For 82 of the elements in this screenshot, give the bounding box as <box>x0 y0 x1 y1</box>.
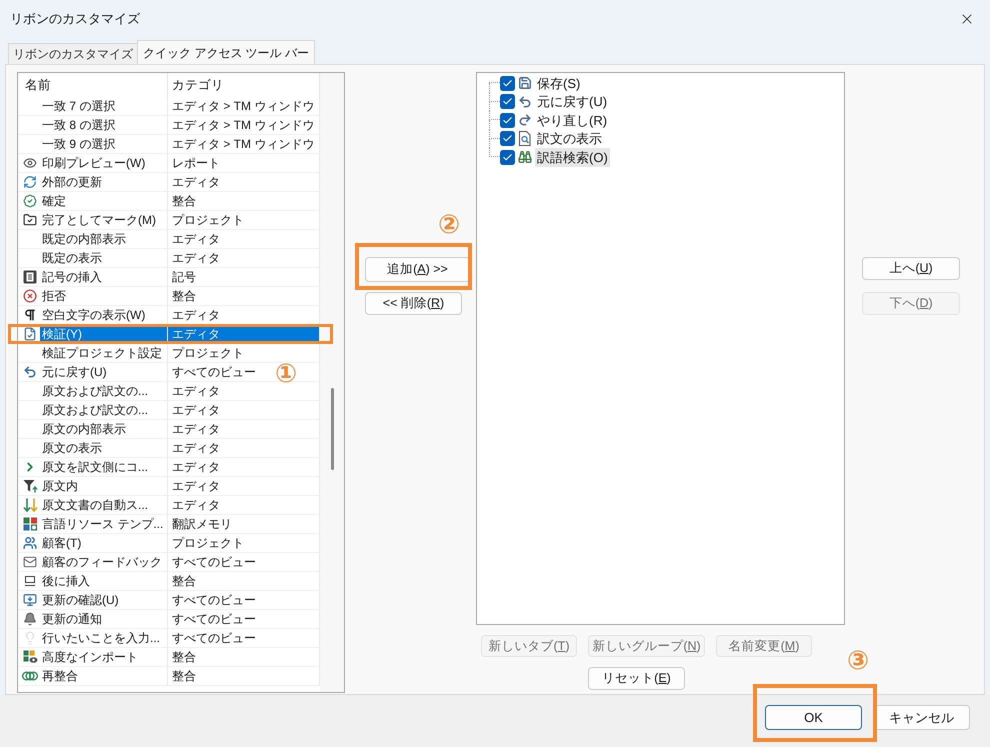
command-name[interactable]: 記号の挿入 <box>40 268 168 286</box>
people-icon <box>23 536 37 550</box>
rectangle-icon <box>23 574 37 588</box>
command-name[interactable]: 高度なインポート <box>40 648 168 666</box>
command-name[interactable]: 後に挿入 <box>40 572 168 590</box>
command-name[interactable]: 原文内 <box>40 477 168 495</box>
command-name[interactable]: 既定の表示 <box>40 249 168 267</box>
undo-icon <box>518 94 532 109</box>
checkmark-icon <box>502 96 513 108</box>
tab[interactable]: リボンのカスタマイズ <box>8 43 138 64</box>
document-search-icon <box>518 131 532 146</box>
folder-check-icon <box>23 213 37 227</box>
tab[interactable]: クイック アクセス ツール バー <box>137 40 316 64</box>
down-arrows-icon <box>22 498 38 512</box>
envelope-icon <box>23 555 37 569</box>
undo-icon <box>23 365 37 379</box>
command-name[interactable]: 原文を訳文側にコ... <box>40 458 168 476</box>
window-title: リボンのカスタマイズ <box>10 10 140 28</box>
remove-button[interactable]: << 削除(R) <box>365 292 462 315</box>
lightbulb-icon <box>23 631 37 645</box>
command-name[interactable]: 印刷プレビュー(W) <box>40 154 168 172</box>
command-name[interactable]: 言語リソース テンプ... <box>40 515 168 533</box>
command-name[interactable]: 更新の通知 <box>40 610 168 628</box>
file-check-icon <box>23 327 37 341</box>
toolbar-item[interactable]: 元に戻す(U) <box>535 92 610 112</box>
command-name[interactable]: 原文および訳文の... <box>40 382 168 400</box>
command-name[interactable]: 元に戻す(U) <box>40 363 168 381</box>
checkmark-icon <box>502 133 513 144</box>
step-number: ② <box>438 210 460 240</box>
framed-square-icon <box>23 270 37 284</box>
toolbar-item[interactable]: やり直し(R) <box>535 110 610 130</box>
badge-check-icon <box>23 194 37 208</box>
scrollbar[interactable] <box>320 73 344 692</box>
checkbox[interactable] <box>500 112 515 128</box>
command-name[interactable]: 再整合 <box>40 667 168 685</box>
command-name[interactable]: 更新の確認(U) <box>40 591 168 609</box>
checkbox[interactable] <box>500 94 515 110</box>
pilcrow-icon <box>23 308 37 322</box>
command-name[interactable]: 原文文書の自動ス... <box>40 496 168 514</box>
rings-icon <box>22 669 38 683</box>
reset-button[interactable]: リセット(E) <box>588 667 685 690</box>
monitor-arrow-icon <box>23 593 37 607</box>
redo-icon <box>518 113 532 128</box>
circle-x-icon <box>23 289 37 303</box>
column-header[interactable]: 名前 <box>18 73 168 97</box>
command-name[interactable]: 拒否 <box>40 287 168 305</box>
step-number: ③ <box>847 646 870 676</box>
command-name[interactable]: 外部の更新 <box>40 173 168 191</box>
command-name[interactable]: 一致 9 の選択 <box>40 135 168 153</box>
ok-button[interactable]: OK <box>765 705 862 730</box>
toolbar-item[interactable]: 訳文の表示 <box>535 129 604 148</box>
command-name[interactable]: 確定 <box>40 192 168 210</box>
move-up-button[interactable]: 上へ(U) <box>862 257 960 280</box>
checkmark-icon <box>502 152 513 163</box>
command-name[interactable]: 顧客のフィードバック <box>40 553 168 571</box>
command-name[interactable]: 原文の表示 <box>40 439 168 457</box>
toolbar-item[interactable]: 訳語検索(O) <box>535 148 610 167</box>
command-name[interactable]: 完了としてマーク(M) <box>40 211 168 229</box>
checkmark-icon <box>502 114 513 126</box>
toolbar-item[interactable]: 保存(S) <box>535 74 582 93</box>
bell-icon <box>23 612 37 626</box>
checkbox[interactable] <box>500 131 515 146</box>
command-name[interactable]: 行いたいことを入力... <box>40 629 168 647</box>
grid-eye-icon <box>22 650 38 664</box>
refresh-icon <box>23 175 37 189</box>
command-name[interactable]: 検証プロジェクト設定 <box>40 344 168 362</box>
add-button[interactable]: 追加(A) >> <box>365 257 470 282</box>
checkbox[interactable] <box>500 150 515 165</box>
checkbox[interactable] <box>500 76 515 91</box>
command-name[interactable]: 一致 7 の選択 <box>40 97 168 115</box>
command-name[interactable]: 一致 8 の選択 <box>40 116 168 134</box>
command-name[interactable]: 空白文字の表示(W) <box>40 306 168 324</box>
command-name[interactable]: 顧客(T) <box>40 534 168 552</box>
command-name[interactable]: 既定の内部表示 <box>40 230 168 248</box>
funnel-icon <box>22 479 38 493</box>
eye-icon <box>23 156 37 170</box>
scrollbar-thumb[interactable] <box>330 388 334 470</box>
binoculars-icon <box>518 150 532 164</box>
command-name[interactable]: 原文の内部表示 <box>40 420 168 438</box>
command-name[interactable]: 原文および訳文の... <box>40 401 168 419</box>
checkmark-icon <box>502 78 513 89</box>
colored-grid-icon <box>22 517 38 531</box>
